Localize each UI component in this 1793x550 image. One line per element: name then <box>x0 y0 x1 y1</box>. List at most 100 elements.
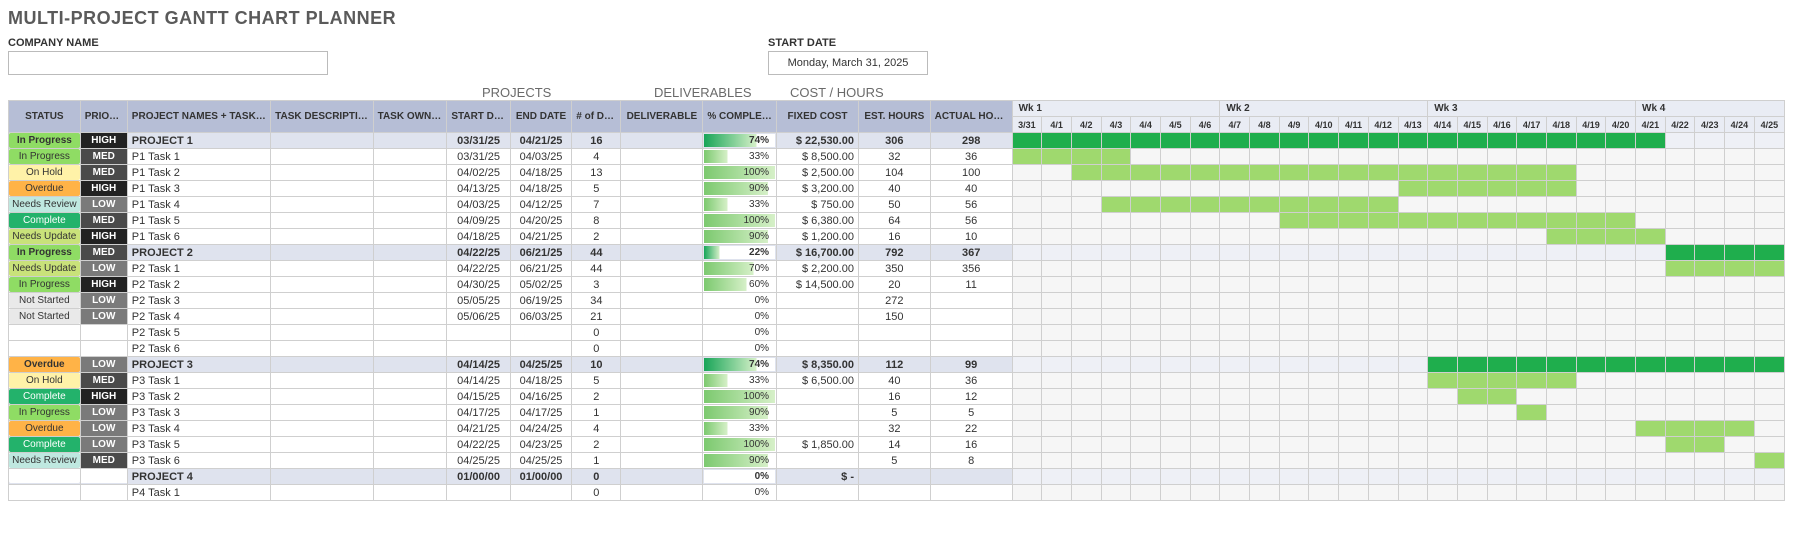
deliverable[interactable] <box>621 357 703 373</box>
deliverable[interactable] <box>621 181 703 197</box>
fixed-cost[interactable] <box>777 325 859 341</box>
task-owner[interactable] <box>373 229 447 245</box>
start-date[interactable]: 05/06/25 <box>447 309 511 325</box>
est-hours[interactable]: 5 <box>858 453 930 469</box>
task-row[interactable]: In ProgressMEDP1 Task 103/31/2504/03/254… <box>9 149 1785 165</box>
fixed-cost[interactable] <box>777 341 859 357</box>
task-name[interactable]: P2 Task 2 <box>127 277 270 293</box>
end-date[interactable]: 04/17/25 <box>510 405 571 421</box>
end-date[interactable]: 04/20/25 <box>510 213 571 229</box>
deliverable[interactable] <box>621 469 703 485</box>
end-date[interactable]: 04/12/25 <box>510 197 571 213</box>
task-desc[interactable] <box>271 261 373 277</box>
task-owner[interactable] <box>373 181 447 197</box>
task-row[interactable]: P2 Task 500% <box>9 325 1785 341</box>
status-pill[interactable]: In Progress <box>9 405 80 420</box>
end-date[interactable]: 04/23/25 <box>510 437 571 453</box>
priority-pill[interactable]: LOW <box>81 405 127 420</box>
priority-pill[interactable] <box>81 469 127 483</box>
actual-hours[interactable] <box>930 309 1012 325</box>
start-date[interactable]: 04/17/25 <box>447 405 511 421</box>
priority-pill[interactable]: HIGH <box>81 229 127 244</box>
task-row[interactable]: OverdueHIGHP1 Task 304/13/2504/18/25590%… <box>9 181 1785 197</box>
task-name[interactable]: P1 Task 6 <box>127 229 270 245</box>
status-pill[interactable]: On Hold <box>9 373 80 388</box>
task-row[interactable]: On HoldMEDP1 Task 204/02/2504/18/2513100… <box>9 165 1785 181</box>
gantt-table[interactable]: STATUSPRIORITYPROJECT NAMES + TASK TITLE… <box>8 100 1785 501</box>
priority-pill[interactable]: MED <box>81 213 127 228</box>
task-name[interactable]: P1 Task 2 <box>127 165 270 181</box>
task-row[interactable]: CompleteMEDP1 Task 504/09/2504/20/258100… <box>9 213 1785 229</box>
end-date[interactable]: 06/03/25 <box>510 309 571 325</box>
actual-hours[interactable]: 99 <box>930 357 1012 373</box>
task-owner[interactable] <box>373 437 447 453</box>
task-owner[interactable] <box>373 373 447 389</box>
fixed-cost[interactable]: $ 750.00 <box>777 197 859 213</box>
actual-hours[interactable]: 56 <box>930 197 1012 213</box>
task-owner[interactable] <box>373 213 447 229</box>
task-desc[interactable] <box>271 277 373 293</box>
task-desc[interactable] <box>271 469 373 485</box>
task-owner[interactable] <box>373 245 447 261</box>
priority-pill[interactable]: HIGH <box>81 277 127 292</box>
start-date[interactable]: 03/31/25 <box>447 133 511 149</box>
actual-hours[interactable]: 8 <box>930 453 1012 469</box>
project-row[interactable]: OverdueLOWPROJECT 304/14/2504/25/251074%… <box>9 357 1785 373</box>
task-desc[interactable] <box>271 229 373 245</box>
fixed-cost[interactable]: $ 22,530.00 <box>777 133 859 149</box>
priority-pill[interactable]: HIGH <box>81 133 127 148</box>
end-date[interactable]: 04/18/25 <box>510 373 571 389</box>
company-input[interactable] <box>8 51 328 75</box>
status-pill[interactable]: Overdue <box>9 357 80 372</box>
start-date[interactable]: 04/14/25 <box>447 373 511 389</box>
est-hours[interactable]: 16 <box>858 229 930 245</box>
fixed-cost[interactable]: $ 14,500.00 <box>777 277 859 293</box>
start-date[interactable] <box>447 485 511 501</box>
task-row[interactable]: In ProgressHIGHP2 Task 204/30/2505/02/25… <box>9 277 1785 293</box>
actual-hours[interactable]: 367 <box>930 245 1012 261</box>
actual-hours[interactable]: 16 <box>930 437 1012 453</box>
priority-pill[interactable] <box>81 341 127 355</box>
task-desc[interactable] <box>271 453 373 469</box>
end-date[interactable]: 06/19/25 <box>510 293 571 309</box>
deliverable[interactable] <box>621 437 703 453</box>
actual-hours[interactable]: 356 <box>930 261 1012 277</box>
deliverable[interactable] <box>621 261 703 277</box>
priority-pill[interactable]: LOW <box>81 197 127 212</box>
end-date[interactable]: 04/25/25 <box>510 453 571 469</box>
start-date[interactable]: 04/30/25 <box>447 277 511 293</box>
est-hours[interactable]: 350 <box>858 261 930 277</box>
end-date[interactable] <box>510 485 571 501</box>
deliverable[interactable] <box>621 405 703 421</box>
status-pill[interactable]: Not Started <box>9 293 80 308</box>
end-date[interactable] <box>510 341 571 357</box>
deliverable[interactable] <box>621 229 703 245</box>
deliverable[interactable] <box>621 453 703 469</box>
end-date[interactable]: 05/02/25 <box>510 277 571 293</box>
start-date[interactable]: 04/25/25 <box>447 453 511 469</box>
fixed-cost[interactable] <box>777 405 859 421</box>
task-desc[interactable] <box>271 181 373 197</box>
task-name[interactable]: P4 Task 1 <box>127 485 270 501</box>
priority-pill[interactable]: MED <box>81 165 127 180</box>
task-row[interactable]: Not StartedLOWP2 Task 305/05/2506/19/253… <box>9 293 1785 309</box>
priority-pill[interactable]: LOW <box>81 437 127 452</box>
deliverable[interactable] <box>621 309 703 325</box>
task-desc[interactable] <box>271 213 373 229</box>
status-pill[interactable]: In Progress <box>9 133 80 148</box>
deliverable[interactable] <box>621 373 703 389</box>
task-desc[interactable] <box>271 309 373 325</box>
task-name[interactable]: P2 Task 4 <box>127 309 270 325</box>
est-hours[interactable] <box>858 341 930 357</box>
end-date[interactable]: 04/21/25 <box>510 133 571 149</box>
task-row[interactable]: P4 Task 100% <box>9 485 1785 501</box>
fixed-cost[interactable]: $ 1,850.00 <box>777 437 859 453</box>
task-row[interactable]: Needs UpdateLOWP2 Task 104/22/2506/21/25… <box>9 261 1785 277</box>
actual-hours[interactable]: 100 <box>930 165 1012 181</box>
start-date[interactable]: 04/02/25 <box>447 165 511 181</box>
task-desc[interactable] <box>271 341 373 357</box>
status-pill[interactable]: On Hold <box>9 165 80 180</box>
task-desc[interactable] <box>271 485 373 501</box>
est-hours[interactable]: 150 <box>858 309 930 325</box>
task-desc[interactable] <box>271 197 373 213</box>
